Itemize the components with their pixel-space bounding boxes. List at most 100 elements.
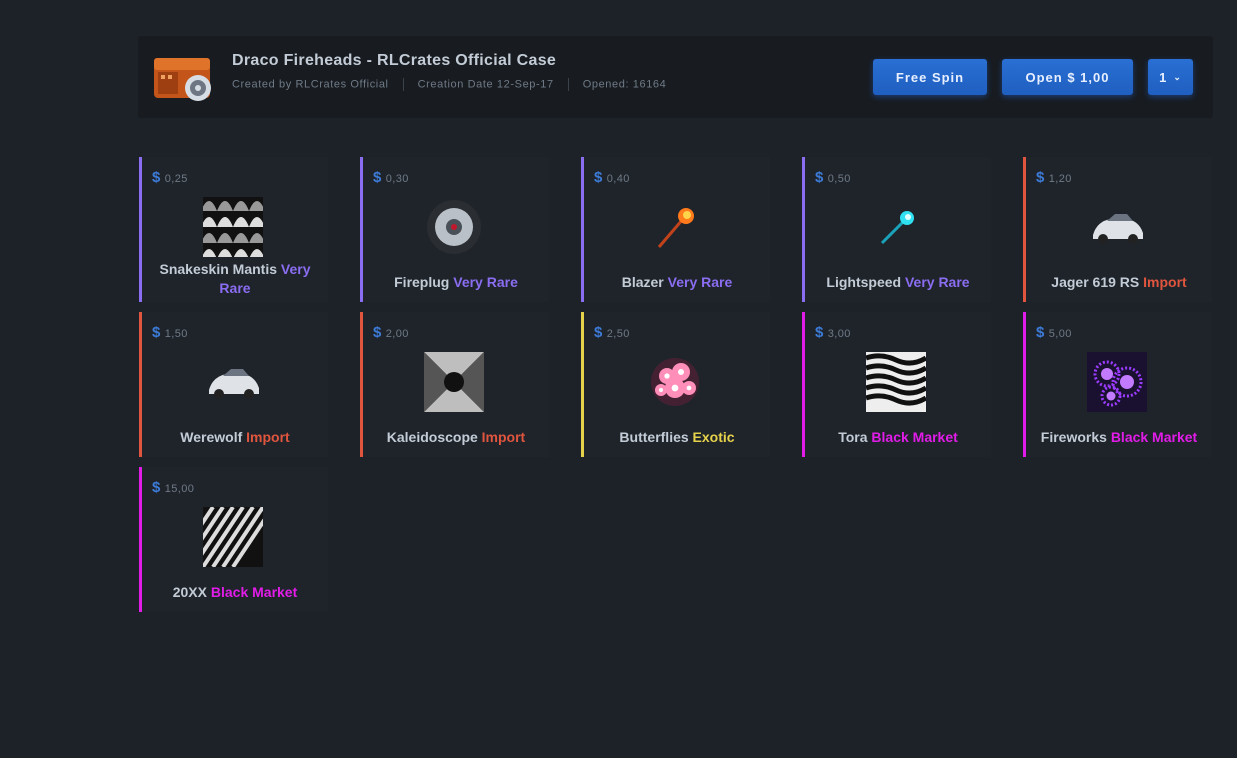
car-icon <box>1093 214 1143 244</box>
item-rarity: Very Rare <box>904 274 970 290</box>
item-price: $1,50 <box>152 324 188 341</box>
item-title: Fireplug <box>394 274 454 290</box>
item-title: Blazer <box>621 274 668 290</box>
item-rarity: Import <box>481 429 526 445</box>
item-card[interactable]: $15,00 20XX Black Market <box>139 467 328 612</box>
item-price-value: 1,20 <box>1048 173 1072 185</box>
item-name: Blazer Very Rare <box>590 273 764 292</box>
item-price-value: 1,50 <box>164 328 188 340</box>
item-card[interactable]: $5,00 Fireworks Black Market <box>1023 312 1212 457</box>
quantity-value: 1 <box>1159 69 1168 85</box>
fireworks-icon <box>1087 352 1147 412</box>
item-title: Werewolf <box>180 429 247 445</box>
item-rarity: Very Rare <box>453 274 518 290</box>
open-case-button[interactable]: Open $ 1,00 <box>1002 59 1133 95</box>
item-rarity: Exotic <box>692 429 735 445</box>
case-header: Draco Fireheads - RLCrates Official Case… <box>138 36 1213 118</box>
item-price-value: 2,00 <box>385 328 409 340</box>
item-card[interactable]: $0,50 Lightspeed Very Rare <box>802 157 991 302</box>
opened-count: Opened: 16164 <box>582 78 667 91</box>
item-card[interactable]: $1,50 Werewolf Import <box>139 312 328 457</box>
flowers-icon <box>651 358 699 406</box>
item-name: Werewolf Import <box>148 428 322 447</box>
meta-divider <box>567 78 569 91</box>
item-price: $1,20 <box>1036 169 1072 186</box>
item-price-value: 2,50 <box>606 328 630 340</box>
car-icon <box>209 369 259 399</box>
item-title: Butterflies <box>619 429 693 445</box>
item-title: Lightspeed <box>826 274 905 290</box>
item-name: Tora Black Market <box>811 428 985 447</box>
item-price-value: 0,25 <box>164 173 188 185</box>
dollar-icon: $ <box>152 169 161 186</box>
item-price: $15,00 <box>152 479 194 496</box>
item-rarity: Black Market <box>1110 429 1198 445</box>
item-price: $0,25 <box>152 169 188 186</box>
item-title: 20XX <box>172 584 211 600</box>
tiger-stripes-icon <box>866 352 926 412</box>
item-rarity: Very Rare <box>667 274 733 290</box>
dollar-icon: $ <box>815 169 824 186</box>
dollar-icon: $ <box>594 324 603 341</box>
dollar-icon: $ <box>152 479 161 496</box>
item-title: Snakeskin Mantis <box>159 261 281 277</box>
dollar-icon: $ <box>373 324 382 341</box>
item-name: Snakeskin Mantis Very Rare <box>148 260 322 298</box>
item-price: $0,30 <box>373 169 409 186</box>
item-price: $2,50 <box>594 324 630 341</box>
item-title: Fireworks <box>1040 429 1111 445</box>
free-spin-button[interactable]: Free Spin <box>873 59 987 95</box>
item-card[interactable]: $0,30 Fireplug Very Rare <box>360 157 549 302</box>
item-card[interactable]: $0,40 Blazer Very Rare <box>581 157 770 302</box>
item-price-value: 3,00 <box>827 328 851 340</box>
case-meta: Created by RLCrates Official Creation Dat… <box>232 78 666 91</box>
item-rarity: Import <box>246 429 290 445</box>
item-name: 20XX Black Market <box>148 583 322 602</box>
crate-icon <box>154 58 211 101</box>
fire-trail-icon <box>657 208 694 248</box>
item-name: Lightspeed Very Rare <box>811 273 985 292</box>
item-rarity: Black Market <box>871 429 958 445</box>
item-title: Tora <box>838 429 872 445</box>
item-rarity: Black Market <box>210 584 298 600</box>
item-name: Fireplug Very Rare <box>369 273 543 292</box>
dollar-icon: $ <box>152 324 161 341</box>
item-card[interactable]: $3,00 Tora Black Market <box>802 312 991 457</box>
item-price: $0,40 <box>594 169 630 186</box>
created-by: Created by RLCrates Official <box>232 78 389 91</box>
item-price: $2,00 <box>373 324 409 341</box>
item-price-value: 5,00 <box>1048 328 1072 340</box>
item-name: Butterflies Exotic <box>590 428 764 447</box>
creation-date: Creation Date 12-Sep-17 <box>417 78 554 91</box>
item-price-value: 0,30 <box>385 173 409 185</box>
item-card[interactable]: $0,25 Snakeskin Mantis Very Rare <box>139 157 328 302</box>
item-card[interactable]: $1,20 Jager 619 RS Import <box>1023 157 1212 302</box>
item-title: Jager 619 RS <box>1051 274 1144 290</box>
item-rarity: Import <box>1143 274 1187 290</box>
kaleidoscope-decal-icon <box>424 352 484 412</box>
case-title: Draco Fireheads - RLCrates Official Case <box>232 52 557 69</box>
snakeskin-decal-icon <box>203 197 263 257</box>
meta-divider <box>402 78 404 91</box>
dollar-icon: $ <box>815 324 824 341</box>
item-price-value: 15,00 <box>164 483 195 495</box>
item-price: $5,00 <box>1036 324 1072 341</box>
item-title: Kaleidoscope <box>386 429 482 445</box>
dollar-icon: $ <box>373 169 382 186</box>
dollar-icon: $ <box>594 169 603 186</box>
item-price: $3,00 <box>815 324 851 341</box>
stripes-decal-icon <box>203 507 263 567</box>
item-name: Jager 619 RS Import <box>1032 273 1206 292</box>
wheel-icon <box>427 200 481 254</box>
item-price: $0,50 <box>815 169 851 186</box>
item-name: Kaleidoscope Import <box>369 428 543 447</box>
dollar-icon: $ <box>1036 324 1045 341</box>
cyan-trail-icon <box>880 211 914 245</box>
chevron-down-icon: ⌄ <box>1173 71 1182 82</box>
dollar-icon: $ <box>1036 169 1045 186</box>
item-card[interactable]: $2,00 Kaleidoscope Import <box>360 312 549 457</box>
item-card[interactable]: $2,50 Butterflies Exotic <box>581 312 770 457</box>
item-price-value: 0,50 <box>827 173 851 185</box>
item-name: Fireworks Black Market <box>1032 428 1206 447</box>
quantity-dropdown[interactable]: 1 ⌄ <box>1148 59 1193 95</box>
